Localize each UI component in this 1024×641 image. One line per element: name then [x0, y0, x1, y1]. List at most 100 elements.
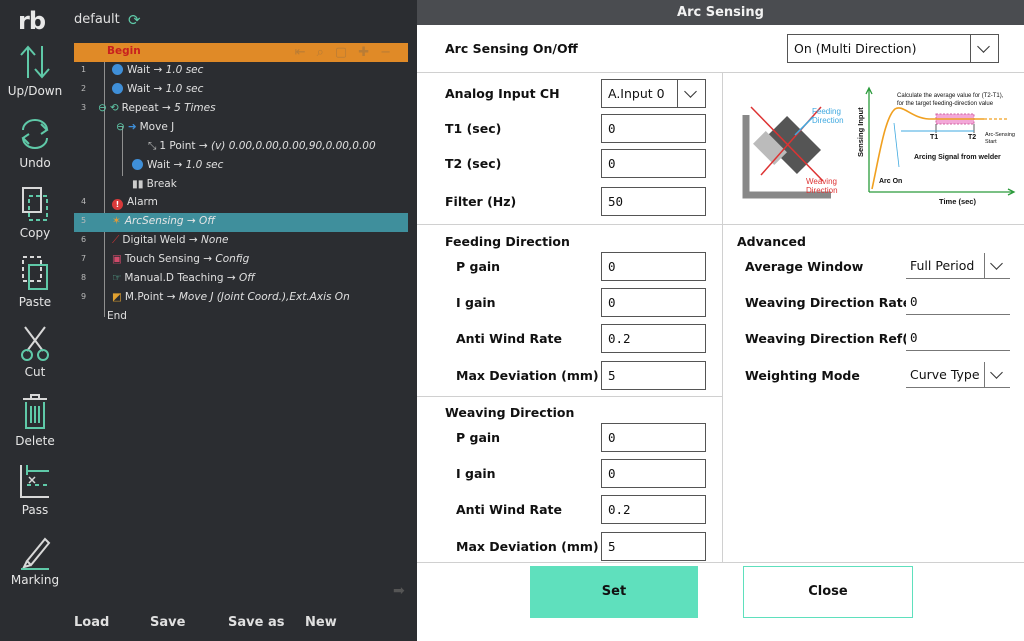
marking-button[interactable]: Marking: [0, 531, 70, 599]
time-axis-label: Time (sec): [939, 197, 976, 206]
line-number: 1: [81, 65, 87, 74]
weaving-direction-rate-input[interactable]: 0: [906, 289, 1010, 315]
weaving-max-deviation-label: Max Deviation (mm): [456, 539, 599, 554]
weaving-anti-wind-input[interactable]: 0.2: [601, 495, 706, 524]
weaving-p-gain-label: P gain: [456, 430, 501, 445]
average-window-value: Full Period: [910, 258, 975, 273]
touch-sensing-icon: ▣: [112, 253, 122, 265]
row-label: Repeat: [121, 102, 159, 114]
paste-icon: [22, 256, 48, 290]
expand-arrow-icon[interactable]: ➡: [393, 583, 417, 601]
line-number: 8: [81, 273, 87, 282]
divider: [417, 224, 1024, 225]
tree-row[interactable]: ▮▮ Break: [74, 176, 408, 195]
row-value: → (v) 0.00,0.00,0.00,90,0.00,0.00: [198, 140, 376, 152]
row-tools-icon[interactable]: ⇤⌕▢✚−: [295, 45, 402, 60]
t1-text: T1: [930, 134, 938, 141]
marker-icon: [21, 537, 51, 570]
refresh-icon[interactable]: ⟳: [128, 11, 141, 29]
tree-row[interactable]: ⤡ 1 Point → (v) 0.00,0.00,0.00,90,0.00,0.…: [74, 138, 408, 157]
tree-row[interactable]: 2 Wait → 1.0 sec: [74, 81, 408, 100]
break-icon: ▮▮: [132, 178, 144, 190]
feeding-anti-wind-input[interactable]: 0.2: [601, 324, 706, 353]
row-label: Wait: [127, 83, 151, 95]
up-down-icon: [20, 45, 50, 79]
line-number: 9: [81, 292, 87, 301]
paste-button[interactable]: Paste: [0, 253, 70, 321]
cut-button[interactable]: Cut: [0, 323, 70, 391]
t1-input[interactable]: 0: [601, 114, 706, 143]
undo-button[interactable]: Undo: [0, 114, 70, 182]
arc-sensing-icon: ✶: [112, 215, 121, 227]
tree-row-begin[interactable]: Begin ⇤⌕▢✚−: [74, 43, 408, 62]
divider: [417, 562, 1024, 563]
tree-row[interactable]: 4 ! Alarm: [74, 194, 408, 213]
tree-row[interactable]: 6 ⟋ Digital Weld → None: [74, 232, 408, 251]
sensing-input-axis-label: Sensing Input: [856, 107, 865, 157]
t2-input[interactable]: 0: [601, 149, 706, 178]
row-label: Wait: [147, 159, 171, 171]
feeding-max-deviation-input[interactable]: 5: [601, 361, 706, 390]
weaving-i-gain-input[interactable]: 0: [601, 459, 706, 488]
delete-button[interactable]: Delete: [0, 392, 70, 460]
tree-row-end[interactable]: End: [74, 308, 408, 327]
tree-row[interactable]: 8 ☞ Manual.D Teaching → Off: [74, 270, 408, 289]
row-label: ArcSensing: [124, 215, 184, 227]
t2-label: T2 (sec): [445, 156, 502, 171]
pass-button[interactable]: Pass: [0, 461, 70, 529]
average-window-select[interactable]: Full Period: [906, 253, 1010, 279]
scissors-icon: [21, 326, 49, 361]
save-button[interactable]: Save: [150, 615, 185, 630]
paste-label: Paste: [18, 295, 52, 309]
copy-button[interactable]: Copy: [0, 184, 70, 252]
collapse-icon[interactable]: ⊖: [116, 121, 125, 133]
weaving-p-gain-input[interactable]: 0: [601, 423, 706, 452]
collapse-icon[interactable]: ⊖: [98, 102, 107, 114]
row-label: Manual.D Teaching: [124, 272, 224, 284]
tree-row[interactable]: 9 ◩ M.Point → Move J (Joint Coord.),Ext.A…: [74, 289, 408, 308]
tree-row[interactable]: 1 Wait → 1.0 sec: [74, 62, 408, 81]
repeat-icon: ⟲: [109, 102, 119, 114]
up-down-button[interactable]: Up/Down: [0, 42, 70, 110]
row-value: → None: [188, 234, 229, 246]
divider: [417, 72, 1024, 73]
feeding-text: Direction: [812, 116, 844, 125]
pass-icon: [20, 465, 49, 498]
feeding-i-gain-input[interactable]: 0: [601, 288, 706, 317]
analog-input-select[interactable]: A.Input 0: [601, 79, 706, 108]
analog-selected-value: A.Input 0: [608, 86, 665, 101]
weaving-anti-wind-label: Anti Wind Rate: [456, 502, 562, 517]
advanced-section-title: Advanced: [737, 234, 806, 249]
line-number: 4: [81, 197, 87, 206]
line-number: 7: [81, 254, 87, 263]
row-value: → Off: [186, 215, 215, 227]
marking-label: Marking: [10, 573, 60, 587]
tree-row[interactable]: Wait → 1.0 sec: [74, 157, 408, 176]
tree-row[interactable]: 3 ⊖ ⟲ Repeat → 5 Times: [74, 100, 408, 119]
save-as-button[interactable]: Save as: [228, 615, 284, 630]
chevron-down-icon: [970, 35, 998, 62]
row-value: → 1.0 sec: [153, 64, 204, 76]
set-button[interactable]: Set: [530, 566, 698, 618]
tree-row[interactable]: ⊖ ➜ Move J: [74, 119, 408, 138]
tree-row[interactable]: 7 ▣ Touch Sensing → Config: [74, 251, 408, 270]
row-label: Move J: [139, 121, 175, 133]
feeding-section-title: Feeding Direction: [445, 234, 570, 249]
weaving-max-deviation-input[interactable]: 5: [601, 532, 706, 561]
analog-input-label: Analog Input CH: [445, 86, 560, 101]
close-button[interactable]: Close: [743, 566, 913, 618]
weaving-text: Weaving: [806, 177, 837, 186]
row-label: Digital Weld: [122, 234, 186, 246]
weighting-mode-select[interactable]: Curve Type: [906, 362, 1010, 388]
filter-input[interactable]: 50: [601, 187, 706, 216]
rb-logo: rb: [18, 7, 46, 35]
feeding-p-gain-input[interactable]: 0: [601, 252, 706, 281]
teaching-hand-icon: ☞: [112, 272, 122, 284]
tree-row-selected[interactable]: 5 ✶ ArcSensing → Off: [74, 213, 408, 232]
chevron-down-icon: [984, 253, 1010, 278]
weaving-direction-ref-input[interactable]: 0: [906, 325, 1010, 351]
trash-icon: [23, 394, 47, 429]
arc-sensing-onoff-select[interactable]: On (Multi Direction): [787, 34, 999, 63]
new-button[interactable]: New: [305, 615, 337, 630]
load-button[interactable]: Load: [74, 615, 109, 630]
